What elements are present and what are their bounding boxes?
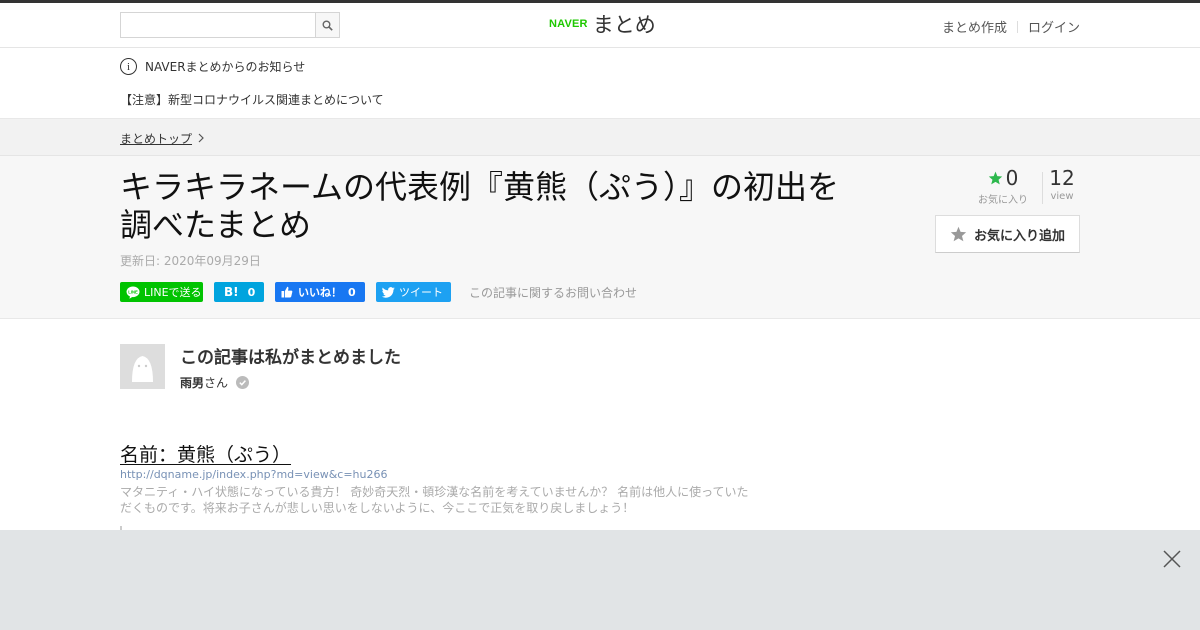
search-button[interactable] — [315, 13, 339, 37]
site-header: NAVER まとめ まとめ作成 ログイン — [0, 3, 1200, 48]
notice-title: i NAVERまとめからのお知らせ — [120, 58, 305, 75]
author-avatar[interactable] — [120, 344, 165, 389]
add-favorite-label: お気に入り追加 — [973, 228, 1065, 244]
breadcrumb-bar: まとめトップ — [0, 118, 1200, 156]
verified-icon — [236, 376, 250, 389]
item-source-link[interactable]: http://dqname.jp/index.php?md=view&c=hu2… — [120, 468, 388, 481]
add-favorite-button[interactable]: お気に入り追加 — [935, 215, 1080, 253]
breadcrumb-top-link[interactable]: まとめトップ — [120, 130, 192, 147]
article-stats: 0 お気に入り 12 view — [960, 166, 1080, 206]
author-heading: この記事は私がまとめました — [180, 348, 401, 368]
logo-matome-text: まとめ — [592, 13, 656, 37]
line-icon: LINE — [126, 286, 140, 299]
line-share-button[interactable]: LINE LINEで送る — [120, 282, 203, 302]
tweet-label: ツイート — [399, 286, 443, 299]
search-input[interactable] — [121, 13, 315, 37]
article-header: キラキラネームの代表例『黄熊（ぷう）』の初出を調べたまとめ 更新日: 2020年… — [0, 156, 1200, 319]
item-description: マタニティ・ハイ状態になっている貴方！ 奇妙奇天烈・頓珍漢な名前を考えていません… — [120, 485, 749, 515]
article-title: キラキラネームの代表例『黄熊（ぷう）』の初出を調べたまとめ — [120, 168, 840, 244]
views-count: 12 — [1049, 166, 1075, 190]
updated-date: 更新日: 2020年09月29日 — [120, 254, 261, 268]
star-outline-icon — [950, 226, 967, 242]
item-heading: 名前：黄熊（ぷう） — [120, 444, 292, 466]
search-icon — [322, 16, 333, 35]
facebook-like-button[interactable]: いいね！ 0 — [275, 282, 365, 302]
favorites-count: 0 — [1005, 166, 1019, 190]
hatena-bookmark-button[interactable]: B! 0 — [214, 282, 264, 302]
stats-divider — [1042, 172, 1043, 204]
twitter-bird-icon — [382, 286, 395, 298]
facebook-like-label: いいね！ — [298, 286, 342, 299]
header-divider — [1016, 20, 1018, 33]
inquiry-link[interactable]: この記事に関するお問い合わせ — [469, 284, 637, 301]
share-bar: LINE LINEで送る B! 0 いいね！ 0 ツイート この記事に関するお問… — [120, 282, 637, 302]
bottom-ad-overlay — [0, 530, 1200, 630]
site-logo[interactable]: NAVER まとめ — [549, 9, 656, 39]
views-label: view — [1050, 191, 1074, 202]
notice-link[interactable]: 【注意】新型コロナウイルス関連まとめについて — [120, 91, 384, 108]
login-link[interactable]: ログイン — [1028, 17, 1080, 36]
tweet-button[interactable]: ツイート — [376, 282, 451, 302]
search-box — [120, 12, 340, 38]
create-matome-link[interactable]: まとめ作成 — [942, 17, 1007, 36]
line-share-label: LINEで送る — [144, 286, 202, 299]
logo-naver-text: NAVER — [549, 18, 588, 30]
notice-title-text: NAVERまとめからのお知らせ — [145, 60, 306, 74]
header-links: まとめ作成 ログイン — [942, 17, 1080, 36]
hatena-icon: B! — [224, 285, 239, 299]
thumbs-up-icon — [281, 286, 293, 298]
info-icon: i — [120, 58, 137, 75]
star-icon — [988, 171, 1003, 185]
author-suffix: さん — [204, 376, 229, 390]
breadcrumb: まとめトップ — [120, 130, 204, 147]
chevron-right-icon — [198, 132, 204, 146]
close-icon[interactable] — [1160, 547, 1184, 571]
author-name: 雨男 さん — [180, 374, 250, 391]
hatena-count: 0 — [247, 285, 256, 299]
facebook-like-count: 0 — [348, 285, 356, 299]
favorites-stat: 0 お気に入り — [976, 166, 1030, 206]
favorites-label: お気に入り — [978, 195, 1028, 206]
author-name-link[interactable]: 雨男 — [180, 374, 204, 391]
views-stat: 12 view — [1044, 166, 1080, 202]
svg-text:LINE: LINE — [128, 289, 138, 294]
